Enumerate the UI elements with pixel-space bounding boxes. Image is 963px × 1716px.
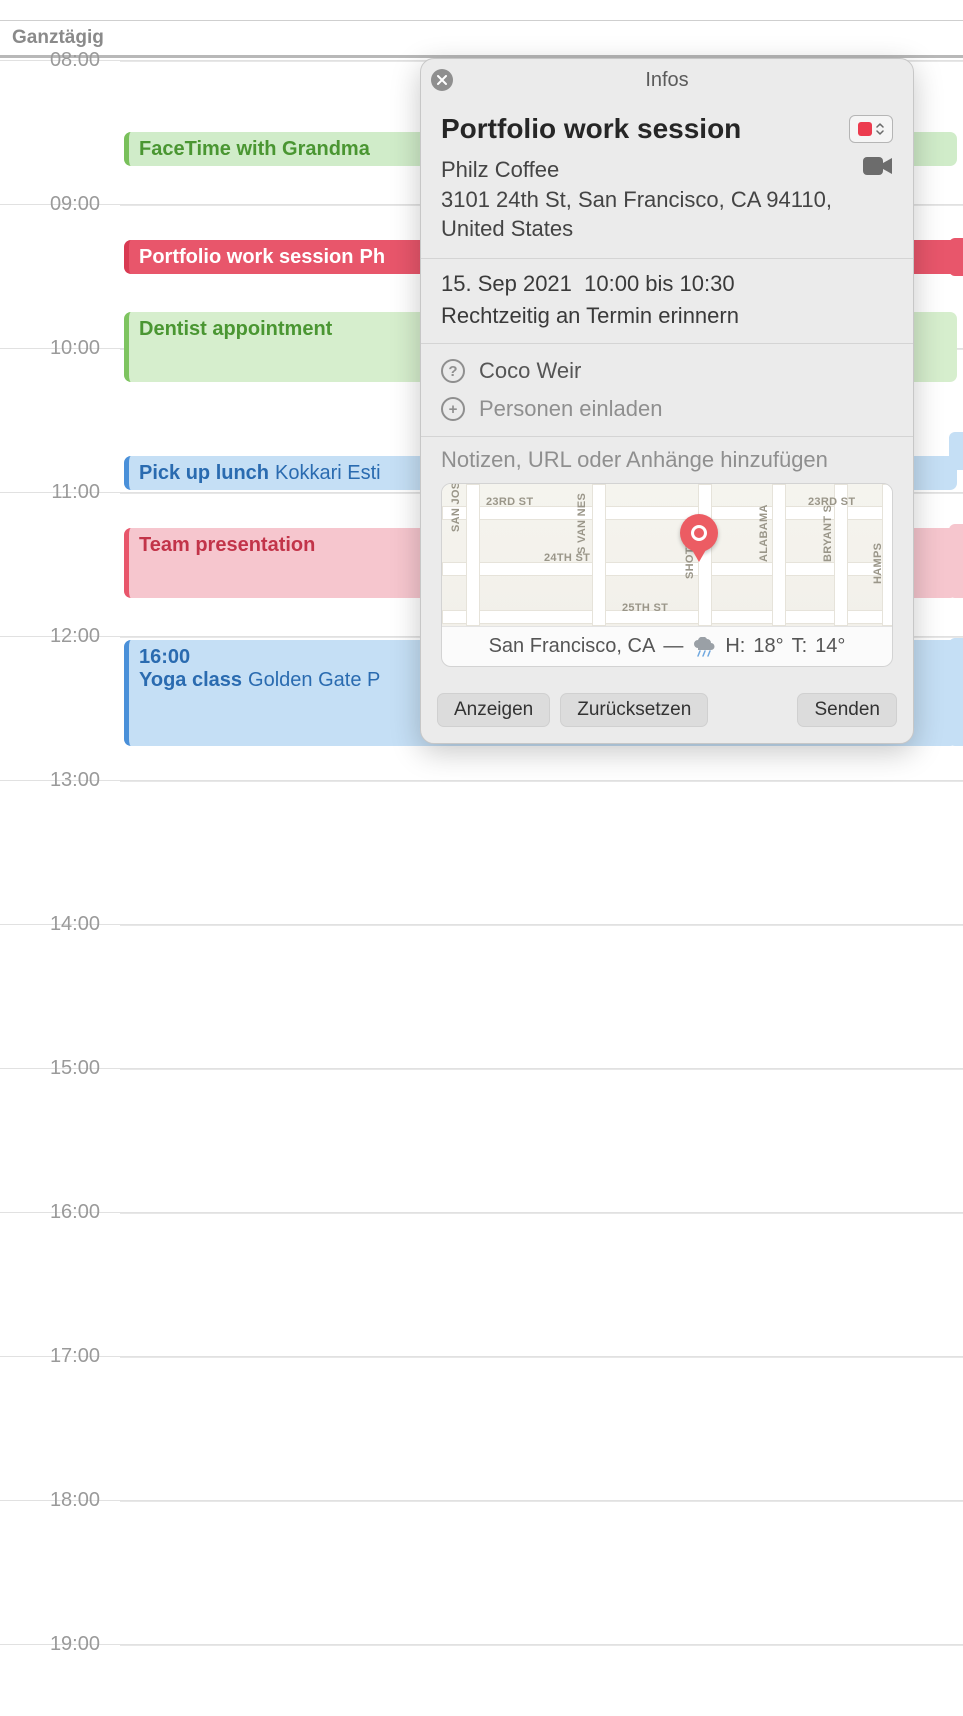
event-peek: [949, 638, 963, 746]
allday-row: Ganztägig: [0, 20, 963, 58]
datetime-section[interactable]: 15. Sep 2021 10:00 bis 10:30 Rechtzeitig…: [421, 259, 913, 344]
attendees-section: ? Coco Weir + Personen einladen: [421, 344, 913, 437]
event-location-inline: Ph: [359, 246, 385, 269]
map-street-label: 25TH ST: [622, 602, 668, 614]
weather-high: 18°: [753, 635, 783, 658]
map-street-label: S VAN NES: [576, 493, 588, 554]
hour-label: 17:00: [0, 1345, 110, 1368]
alert-text[interactable]: Rechtzeitig an Termin erinnern: [441, 303, 893, 329]
hour-label: 12:00: [0, 625, 110, 648]
video-icon: [863, 155, 893, 177]
hour-label: 13:00: [0, 769, 110, 792]
map-street-label: ALABAMA: [758, 504, 770, 562]
hour-label: 16:00: [0, 1201, 110, 1224]
question-icon: ?: [441, 359, 465, 383]
map-card[interactable]: 23RD ST 24TH ST 25TH ST 23RD ST SAN JOSE…: [441, 483, 893, 667]
reset-button[interactable]: Zurücksetzen: [560, 693, 708, 727]
map-street-label: HAMPS: [872, 543, 884, 584]
hour-label: 11:00: [0, 481, 110, 504]
video-call-button[interactable]: [863, 155, 893, 182]
chevron-updown-icon: [876, 123, 884, 135]
hour-label: 19:00: [0, 1633, 110, 1656]
event-title-section: Portfolio work session Philz Coffee 3101…: [421, 101, 913, 259]
popover-buttons: Anzeigen Zurücksetzen Senden: [421, 683, 913, 743]
event-peek: [949, 524, 963, 598]
invite-placeholder: Personen einladen: [479, 396, 662, 422]
map-street-label: 23RD ST: [486, 496, 533, 508]
popover-header: Infos: [421, 59, 913, 101]
event-title: Yoga class: [139, 669, 242, 692]
close-button[interactable]: [431, 69, 453, 91]
hour-label: 10:00: [0, 337, 110, 360]
location-block[interactable]: Philz Coffee 3101 24th St, San Francisco…: [441, 155, 841, 244]
show-button[interactable]: Anzeigen: [437, 693, 550, 727]
weather-low-label: T:: [792, 635, 808, 658]
separator: —: [663, 635, 683, 658]
hour-label: 09:00: [0, 193, 110, 216]
color-swatch: [858, 122, 872, 136]
map-area[interactable]: 23RD ST 24TH ST 25TH ST 23RD ST SAN JOSE…: [442, 484, 892, 626]
event-info-popover: Infos Portfolio work session Philz Coffe…: [420, 58, 914, 744]
hour-label: 08:00: [0, 49, 110, 72]
event-title: Portfolio work session: [139, 246, 353, 269]
invite-people-input[interactable]: + Personen einladen: [441, 390, 893, 428]
close-icon: [437, 75, 447, 85]
event-time: 16:00: [139, 646, 190, 669]
event-location-inline: Golden Gate P: [248, 669, 380, 692]
event-date: 15. Sep 2021: [441, 271, 572, 296]
event-title-input[interactable]: Portfolio work session: [441, 113, 741, 145]
attendee-name: Coco Weir: [479, 358, 581, 384]
popover-title: Infos: [645, 69, 688, 92]
event-title: Pick up lunch: [139, 462, 269, 485]
map-street-label: BRYANT S: [822, 505, 834, 562]
location-address: 3101 24th St, San Francisco, CA 94110, U…: [441, 185, 841, 244]
plus-icon: +: [441, 397, 465, 421]
hour-label: 18:00: [0, 1489, 110, 1512]
hour-label: 15:00: [0, 1057, 110, 1080]
event-title: FaceTime with Grandma: [139, 138, 370, 161]
allday-label: Ganztägig: [12, 27, 104, 49]
weather-city: San Francisco, CA: [489, 635, 656, 658]
weather-row: San Francisco, CA — H: 18° T: 14°: [442, 626, 892, 666]
event-title: Dentist appointment: [139, 318, 332, 341]
event-location-inline: Kokkari Esti: [275, 462, 381, 485]
event-title: Team presentation: [139, 534, 315, 557]
attendee-row[interactable]: ? Coco Weir: [441, 352, 893, 390]
map-pin-icon: [680, 514, 718, 566]
event-time-range: 10:00 bis 10:30: [584, 271, 734, 296]
calendar-color-picker[interactable]: [849, 115, 893, 143]
map-street-label: SAN JOSE: [450, 483, 462, 532]
send-button[interactable]: Senden: [797, 693, 897, 727]
event-peek: [949, 432, 963, 470]
notes-input[interactable]: Notizen, URL oder Anhänge hinzufügen: [441, 447, 893, 473]
location-name: Philz Coffee: [441, 155, 841, 185]
notes-section: Notizen, URL oder Anhänge hinzufügen 23R…: [421, 437, 913, 683]
hour-label: 14:00: [0, 913, 110, 936]
weather-high-label: H:: [725, 635, 745, 658]
event-peek: [949, 238, 963, 276]
rain-cloud-icon: [691, 637, 717, 657]
weather-low: 14°: [815, 635, 845, 658]
